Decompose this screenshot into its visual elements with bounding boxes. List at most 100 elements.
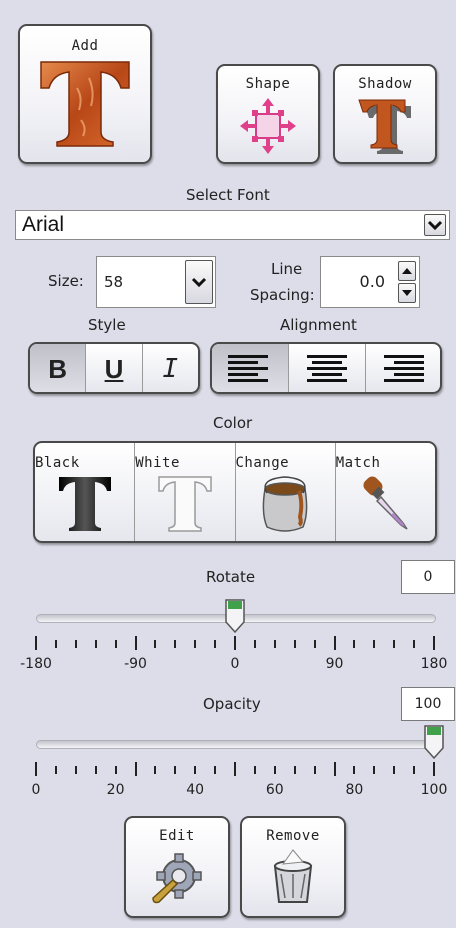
- slider-tick: [54, 766, 57, 774]
- shadow-t-icon: [358, 99, 411, 154]
- slider-tick: [253, 640, 256, 648]
- remove-button[interactable]: Remove: [240, 816, 346, 918]
- font-select-value: Arial: [22, 213, 65, 236]
- rotate-slider[interactable]: -180 -90 0 90 180: [20, 598, 450, 680]
- slider-tick-label: -90: [124, 656, 147, 672]
- opacity-label: Opacity: [203, 695, 261, 713]
- slider-tick: [114, 640, 117, 648]
- slider-tick: [174, 766, 177, 774]
- slider-tick: [35, 762, 37, 776]
- eyedropper-icon: [363, 476, 408, 530]
- slider-tick: [214, 766, 217, 774]
- slider-tick: [54, 640, 57, 648]
- color-change-button[interactable]: Change: [236, 443, 336, 541]
- stepper-down-icon[interactable]: [398, 283, 416, 303]
- style-heading: Style: [88, 316, 126, 334]
- slider-tick-label: 20: [106, 782, 125, 798]
- underline-label: U: [104, 354, 124, 384]
- chevron-down-icon[interactable]: [424, 214, 446, 236]
- slider-tick: [313, 766, 316, 774]
- align-center-button[interactable]: [289, 344, 366, 392]
- color-black-label: Black: [35, 455, 80, 471]
- underline-button[interactable]: U: [86, 344, 143, 392]
- opacity-slider[interactable]: 0 20 40 60 80 100: [20, 724, 450, 806]
- slider-tick-label: 0: [31, 782, 41, 798]
- text-tools-panel: Add Shape Shadow Select Font Arial Size:…: [0, 0, 456, 928]
- slider-tick-label: 90: [325, 656, 344, 672]
- slider-tick: [393, 766, 396, 774]
- text-style-group: B U I: [28, 342, 200, 394]
- color-match-button[interactable]: Match: [336, 443, 435, 541]
- opacity-value-input[interactable]: 100: [401, 687, 455, 721]
- trash-icon: [273, 849, 313, 903]
- shadow-button-label: Shadow: [358, 76, 412, 92]
- slider-tick: [174, 640, 177, 648]
- size-select[interactable]: 58: [96, 256, 216, 308]
- line-spacing-label-line1: Line: [271, 260, 303, 278]
- slider-tick: [35, 636, 37, 650]
- slider-tick-label: 80: [345, 782, 364, 798]
- text-t-icon: [40, 61, 130, 147]
- chevron-down-icon[interactable]: [185, 260, 213, 304]
- slider-tick: [74, 766, 77, 774]
- slider-tick-label: 0: [230, 656, 240, 672]
- remove-button-label: Remove: [266, 828, 320, 844]
- bold-button[interactable]: B: [30, 344, 87, 392]
- color-black-button[interactable]: Black: [35, 443, 136, 541]
- slider-tick: [154, 640, 157, 648]
- slider-tick: [114, 766, 117, 774]
- slider-tick: [154, 766, 157, 774]
- bold-label: B: [48, 354, 68, 384]
- line-spacing-input[interactable]: 0.0: [320, 256, 420, 308]
- rotate-value-input[interactable]: 0: [401, 560, 455, 594]
- align-right-icon: [384, 355, 424, 382]
- align-center-icon: [307, 355, 347, 382]
- size-value: 58: [104, 273, 124, 291]
- slider-tick-label: 40: [186, 782, 205, 798]
- font-select[interactable]: Arial: [15, 210, 450, 240]
- slider-tick-label: 100: [420, 782, 448, 798]
- shape-button-label: Shape: [245, 76, 291, 92]
- slider-tick: [413, 766, 416, 774]
- slider-tick: [413, 640, 416, 648]
- shape-button[interactable]: Shape: [216, 64, 320, 164]
- color-white-label: White: [135, 455, 180, 471]
- color-heading: Color: [213, 414, 253, 432]
- slider-tick: [373, 766, 376, 774]
- slider-tick: [74, 640, 77, 648]
- slider-tick: [333, 636, 336, 650]
- line-spacing-value: 0.0: [359, 272, 385, 291]
- color-match-label: Match: [335, 455, 381, 471]
- align-right-button[interactable]: [366, 344, 440, 392]
- edit-button[interactable]: Edit: [124, 816, 230, 918]
- slider-tick: [353, 640, 356, 648]
- italic-label: I: [162, 354, 179, 384]
- slider-tick: [313, 640, 316, 648]
- size-label: Size:: [48, 272, 84, 290]
- rotate-label: Rotate: [206, 568, 256, 586]
- align-left-button[interactable]: [212, 344, 289, 392]
- slider-tick: [234, 636, 236, 650]
- slider-tick: [94, 766, 97, 774]
- slider-tick: [273, 640, 276, 648]
- paint-bucket-icon: [262, 476, 308, 532]
- alignment-heading: Alignment: [280, 316, 357, 334]
- stepper-up-icon[interactable]: [398, 261, 416, 281]
- slider-tick: [433, 762, 435, 776]
- color-white-button[interactable]: White: [135, 443, 236, 541]
- italic-button[interactable]: I: [143, 344, 198, 392]
- slider-thumb[interactable]: [224, 598, 246, 634]
- slider-tick: [333, 762, 336, 776]
- slider-tick-label: 180: [420, 656, 448, 672]
- slider-thumb[interactable]: [423, 724, 445, 760]
- slider-tick: [134, 762, 137, 776]
- add-text-button[interactable]: Add: [18, 24, 152, 164]
- slider-tick-label: -180: [20, 656, 52, 672]
- edit-button-label: Edit: [159, 828, 195, 844]
- slider-tick: [293, 766, 296, 774]
- slider-tick: [214, 640, 217, 648]
- slider-tick: [194, 640, 197, 648]
- slider-tick: [373, 640, 376, 648]
- shadow-button[interactable]: Shadow: [333, 64, 437, 164]
- opacity-slider-track: [36, 740, 436, 749]
